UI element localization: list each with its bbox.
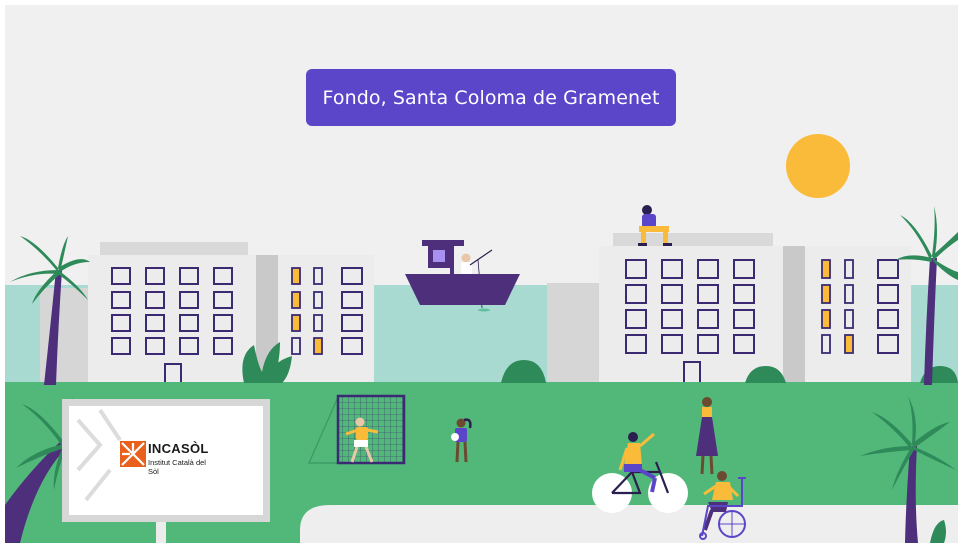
sun — [786, 134, 850, 198]
incasol-logo-icon — [120, 441, 146, 467]
logo-subtitle: Institut Català del Sòl — [148, 458, 206, 476]
logo-brand-name: INCASÒL — [148, 441, 209, 456]
walkway-path — [300, 505, 958, 543]
location-title-badge: Fondo, Santa Coloma de Gramenet — [306, 69, 676, 126]
building-right — [547, 233, 911, 384]
building-left — [40, 242, 374, 384]
location-title-text: Fondo, Santa Coloma de Gramenet — [322, 86, 660, 109]
